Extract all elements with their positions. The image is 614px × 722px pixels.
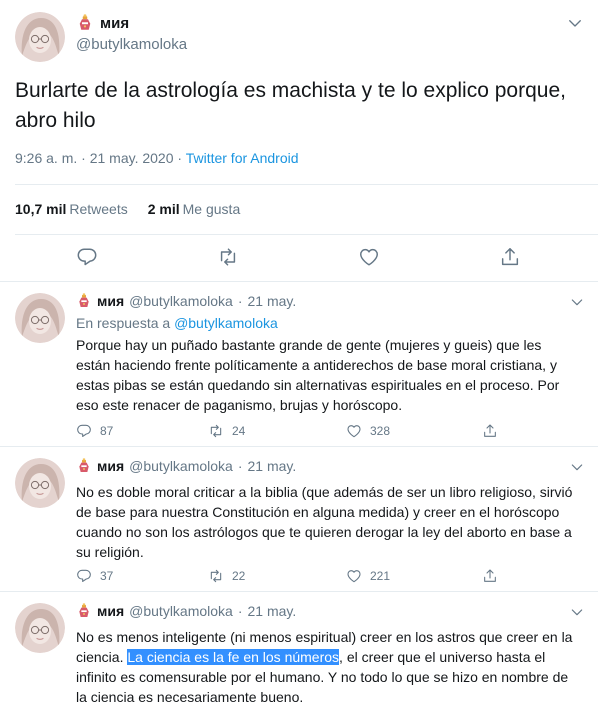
tweet-source-link[interactable]: Twitter for Android — [186, 150, 299, 166]
reply-header: мия @butylkamoloka · 21 may. — [76, 458, 296, 474]
retweets-stat[interactable]: 10,7 mil Retweets — [15, 201, 128, 217]
reply-button[interactable]: 37 — [76, 568, 113, 584]
separator-dot: · — [237, 458, 243, 474]
tweet-time[interactable]: 9:26 a. m. · 21 may. 2020 · — [15, 150, 182, 166]
retweet-count: 24 — [232, 424, 246, 438]
reply-icon — [77, 569, 91, 583]
reply-icon — [77, 424, 91, 438]
main-tweet: мия @butylkamoloka Burlarte de la astrol… — [0, 0, 598, 282]
crown-emoji-icon — [79, 603, 89, 617]
divider — [15, 184, 598, 185]
reply-count: 37 — [100, 569, 114, 583]
like-count: 221 — [370, 569, 391, 583]
selected-text[interactable]: La ciencia es la fe en los números — [127, 649, 340, 665]
retweet-button[interactable]: 24 — [208, 423, 245, 439]
reply-count: 87 — [100, 424, 114, 438]
handle[interactable]: @butylkamoloka — [129, 293, 233, 309]
tweet-stats: 10,7 mil Retweets 2 mil Me gusta — [15, 201, 240, 217]
avatar[interactable] — [15, 458, 65, 508]
like-count: 328 — [370, 424, 391, 438]
retweet-count: 22 — [232, 569, 246, 583]
tweet-text: No es menos inteligente (ni menos espiri… — [76, 627, 576, 707]
display-name[interactable]: мия — [97, 603, 124, 619]
crown-emoji-icon — [79, 14, 91, 30]
tweet-date[interactable]: 21 may. — [248, 293, 297, 309]
like-button[interactable]: 328 — [346, 423, 390, 439]
display-name[interactable]: мия — [97, 293, 124, 309]
reply-header: мия @butylkamoloka · 21 may. — [76, 293, 296, 309]
reply-tweet[interactable]: мия @butylkamoloka · 21 may. En respuest… — [0, 283, 598, 447]
reply-actions: 87 24 328 — [76, 423, 506, 441]
avatar[interactable] — [15, 293, 65, 343]
share-icon — [484, 569, 496, 582]
retweet-icon — [210, 569, 222, 583]
main-actions — [0, 246, 598, 272]
share-icon[interactable] — [499, 246, 521, 268]
handle[interactable]: @butylkamoloka — [129, 458, 233, 474]
chevron-down-icon[interactable] — [569, 604, 585, 620]
like-icon[interactable] — [358, 246, 380, 268]
reply-icon[interactable] — [76, 246, 98, 268]
chevron-down-icon[interactable] — [566, 14, 584, 32]
divider — [15, 234, 598, 235]
mention-link[interactable]: @butylkamoloka — [174, 315, 278, 331]
separator-dot: · — [237, 603, 243, 619]
reply-button[interactable]: 87 — [76, 423, 113, 439]
likes-stat[interactable]: 2 mil Me gusta — [148, 201, 241, 217]
chevron-down-icon[interactable] — [569, 294, 585, 310]
tweet-date[interactable]: 21 may. — [248, 603, 297, 619]
crown-emoji-icon — [79, 293, 89, 307]
chevron-down-icon[interactable] — [569, 459, 585, 475]
share-icon — [484, 424, 496, 437]
like-icon — [347, 570, 361, 583]
reply-actions: 37 22 221 — [76, 568, 506, 586]
handle[interactable]: @butylkamoloka — [76, 36, 187, 53]
avatar[interactable] — [15, 12, 65, 62]
display-name[interactable]: мия — [100, 15, 129, 32]
retweet-icon[interactable] — [217, 246, 239, 268]
share-button[interactable] — [482, 423, 498, 439]
retweet-icon — [210, 424, 222, 438]
separator-dot: · — [237, 293, 243, 309]
avatar[interactable] — [15, 603, 65, 653]
share-button[interactable] — [482, 568, 498, 584]
crown-emoji-icon — [79, 458, 89, 472]
reply-tweet[interactable]: мия @butylkamoloka · 21 may. No es doble… — [0, 448, 598, 592]
tweet-meta: 9:26 a. m. · 21 may. 2020 · Twitter for … — [15, 150, 299, 166]
tweet-text: Burlarte de la astrología es machista y … — [15, 79, 566, 132]
in-reply-to: En respuesta a @butylkamoloka — [76, 315, 278, 331]
reply-header: мия @butylkamoloka · 21 may. — [76, 603, 296, 619]
like-icon — [347, 425, 361, 438]
retweet-button[interactable]: 22 — [208, 568, 245, 584]
display-name[interactable]: мия — [97, 458, 124, 474]
reply-tweet[interactable]: мия @butylkamoloka · 21 may. No es menos… — [0, 593, 598, 722]
like-button[interactable]: 221 — [346, 568, 390, 584]
tweet-date[interactable]: 21 may. — [248, 458, 297, 474]
tweet-text: No es doble moral criticar a la biblia (… — [76, 484, 573, 560]
author-name-row[interactable]: мия — [76, 14, 129, 32]
handle[interactable]: @butylkamoloka — [129, 603, 233, 619]
tweet-text: Porque hay un puñado bastante grande de … — [76, 337, 560, 413]
